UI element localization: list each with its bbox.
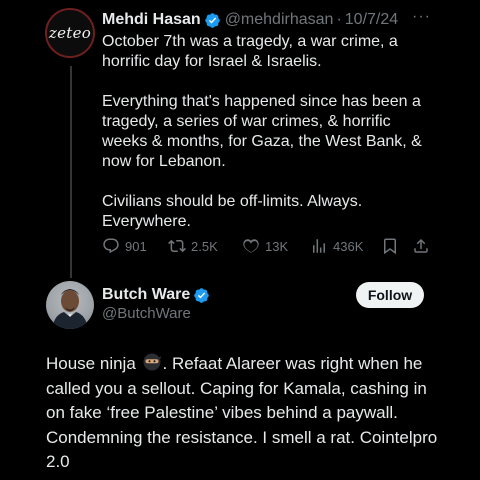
reply-button[interactable]: 901 — [102, 237, 147, 255]
tweet1-paragraph: Everything that's happened since has bee… — [102, 93, 422, 170]
like-button[interactable]: 13K — [242, 237, 288, 255]
more-options-icon[interactable]: ··· — [412, 8, 431, 26]
follow-button[interactable]: Follow — [356, 282, 424, 308]
share-button[interactable] — [412, 237, 430, 255]
author-name-row: Butch Ware — [102, 286, 214, 304]
bookmark-button[interactable] — [381, 237, 399, 255]
repost-count: 2.5K — [191, 238, 218, 254]
repost-icon — [168, 239, 186, 253]
verified-badge-icon — [204, 12, 221, 29]
views-button[interactable]: 436K — [310, 237, 363, 255]
like-count: 13K — [265, 238, 289, 254]
avatar-zeteo[interactable]: zeteo — [45, 8, 95, 58]
tweet1-action-bar: 901 2.5K 13K 436K — [102, 236, 432, 256]
tweet2-text-start: House ninja — [46, 354, 141, 373]
bookmark-icon — [384, 238, 396, 255]
thread-connector-line — [70, 66, 72, 278]
separator-dot: · — [336, 11, 342, 28]
author-handle[interactable]: @mehdirhasan — [225, 11, 334, 29]
tweet1-paragraph: October 7th was a tragedy, a war crime, … — [102, 33, 398, 70]
author-name[interactable]: Mehdi Hasan — [102, 11, 201, 29]
views-count: 436K — [333, 238, 364, 254]
reply-icon — [103, 238, 119, 254]
tweet1-header: Mehdi Hasan @mehdirhasan · 10/7/24 — [102, 10, 398, 30]
author-name[interactable]: Butch Ware — [102, 286, 190, 304]
reply-count: 901 — [125, 238, 147, 254]
avatar-butch-ware[interactable] — [46, 281, 94, 329]
tweet-date[interactable]: 10/7/24 — [345, 11, 398, 29]
tweet2-text: House ninja . Refaat Alareer was right w… — [46, 352, 446, 475]
zeteo-logo: zeteo — [48, 24, 92, 42]
views-chart-icon — [313, 239, 325, 253]
verified-badge-icon — [193, 287, 210, 304]
profile-photo-icon — [52, 289, 88, 329]
share-icon — [414, 238, 428, 253]
repost-button[interactable]: 2.5K — [168, 237, 218, 255]
ninja-emoji-icon — [142, 352, 162, 372]
tweet1-text: October 7th was a tragedy, a war crime, … — [102, 32, 432, 232]
tweet1-paragraph: Civilians should be off-limits. Always. … — [102, 193, 363, 230]
author-handle[interactable]: @ButchWare — [102, 305, 191, 322]
heart-icon — [243, 239, 259, 253]
